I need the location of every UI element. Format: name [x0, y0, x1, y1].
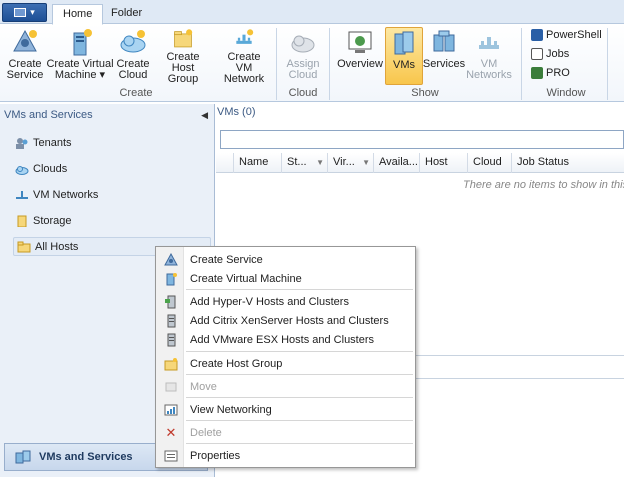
overview-button[interactable]: Overview: [337, 27, 383, 85]
pro-button[interactable]: PRO: [531, 65, 570, 81]
menu-item-add-hyperv-hosts[interactable]: Add Hyper-V Hosts and Clusters: [158, 292, 414, 311]
ribbon-tab-bar: ▾ Home Folder: [0, 0, 624, 25]
main-pane-title: VMs (0): [217, 106, 256, 118]
column-header-availability[interactable]: Availa...: [374, 153, 420, 173]
create-vm-button[interactable]: Create Virtual Machine ▾: [46, 27, 114, 85]
vm-networks-button[interactable]: VM Networks: [466, 27, 512, 85]
xenserver-host-icon: [167, 314, 176, 327]
menu-separator: [186, 420, 413, 421]
navigation-pane-header: VMs and Services ◀: [4, 109, 208, 121]
ribbon: Create Service Create Virtual Machine ▾ Cr…: [0, 24, 624, 102]
create-service-button[interactable]: Create Service: [6, 27, 44, 85]
column-header-cloud[interactable]: Cloud: [468, 153, 512, 173]
services-button[interactable]: Services: [423, 27, 465, 85]
tab-home[interactable]: Home: [52, 4, 104, 25]
host-group-icon: [164, 357, 178, 370]
menu-separator: [186, 443, 413, 444]
ribbon-separator: [329, 28, 330, 100]
context-menu: Create Service Create Virtual Machine Ad…: [155, 246, 416, 468]
hyperv-host-icon: [165, 295, 176, 308]
jobs-button[interactable]: Jobs: [531, 46, 569, 62]
column-header-icon[interactable]: [216, 153, 234, 173]
powershell-button[interactable]: PowerShell: [531, 27, 602, 43]
application-menu-button[interactable]: ▾: [2, 3, 47, 22]
create-vm-network-button[interactable]: Create VM Network: [219, 27, 269, 85]
group-label-cloud: Cloud: [288, 87, 318, 99]
vm-network-icon: [236, 29, 254, 44]
esx-host-icon: [167, 333, 176, 346]
vms-and-services-icon: [15, 450, 31, 464]
group-label-create: Create: [119, 87, 153, 99]
column-header-job-status[interactable]: Job Status: [512, 153, 624, 173]
nav-item-tenants[interactable]: Tenants: [15, 137, 72, 149]
jobs-icon: [531, 48, 543, 60]
storage-icon: [17, 215, 27, 227]
menu-item-create-host-group[interactable]: Create Host Group: [158, 354, 414, 373]
ribbon-separator: [521, 28, 522, 100]
column-header-host[interactable]: Host: [420, 153, 468, 173]
nav-item-storage[interactable]: Storage: [15, 215, 72, 227]
nav-item-vm-networks[interactable]: VM Networks: [15, 189, 98, 201]
app-menu-icon: [14, 8, 27, 17]
host-group-icon: [174, 29, 193, 48]
delete-icon: ✕: [165, 424, 177, 440]
menu-item-view-networking[interactable]: View Networking: [158, 400, 414, 419]
search-input[interactable]: [220, 130, 624, 149]
ribbon-separator: [276, 28, 277, 100]
menu-item-properties[interactable]: Properties: [158, 446, 414, 465]
column-header-virtual-machine-state[interactable]: Vir... ▼: [328, 153, 374, 173]
create-cloud-icon: [120, 30, 146, 53]
properties-icon: [164, 450, 178, 461]
menu-separator: [186, 351, 413, 352]
menu-item-move: Move: [158, 377, 414, 396]
filter-dropdown-icon: ▼: [316, 158, 324, 167]
ribbon-separator: [607, 28, 608, 100]
tenants-icon: [16, 138, 28, 149]
overview-icon: [348, 31, 372, 53]
group-label-window: Window: [546, 87, 586, 99]
create-host-group-button[interactable]: Create Host Group: [154, 27, 212, 85]
group-label-show: Show: [411, 87, 439, 99]
powershell-icon: [531, 29, 543, 41]
menu-item-delete: ✕ Delete: [158, 423, 414, 442]
create-cloud-button[interactable]: Create Cloud: [116, 27, 150, 85]
menu-item-add-vmware-esx-hosts[interactable]: Add VMware ESX Hosts and Clusters: [158, 330, 414, 349]
filter-dropdown-icon: ▼: [362, 158, 370, 167]
create-service-icon: [164, 252, 178, 265]
menu-separator: [186, 374, 413, 375]
create-service-icon: [13, 29, 37, 52]
tab-folder[interactable]: Folder: [101, 4, 152, 25]
vms-button[interactable]: VMs: [385, 27, 423, 85]
move-icon: [165, 382, 177, 391]
vm-networks-nav-icon: [16, 191, 28, 199]
vm-networks-icon: [479, 37, 499, 49]
assign-cloud-button: Assign Cloud: [284, 27, 322, 85]
services-icon: [433, 30, 455, 52]
pro-icon: [531, 67, 543, 79]
collapse-pane-icon[interactable]: ◀: [201, 110, 208, 121]
clouds-icon: [15, 166, 29, 175]
grid-header: Name St... ▼ Vir... ▼ Availa... Host Cloud…: [216, 153, 624, 173]
column-header-name[interactable]: Name: [234, 153, 282, 173]
vms-icon: [394, 31, 414, 55]
column-header-status[interactable]: St... ▼: [282, 153, 328, 173]
menu-item-create-service[interactable]: Create Service: [158, 250, 414, 269]
empty-grid-message: There are no items to show in this vi: [463, 179, 624, 191]
create-vm-icon: [73, 29, 92, 56]
networking-icon: [164, 404, 178, 415]
create-vm-icon: [166, 272, 177, 285]
menu-separator: [186, 397, 413, 398]
menu-item-create-virtual-machine[interactable]: Create Virtual Machine: [158, 269, 414, 288]
folder-icon: [17, 241, 31, 252]
nav-item-clouds[interactable]: Clouds: [15, 163, 67, 175]
menu-item-add-citrix-xenserver-hosts[interactable]: Add Citrix XenServer Hosts and Clusters: [158, 311, 414, 330]
menu-separator: [186, 289, 413, 290]
assign-cloud-icon: [291, 35, 315, 53]
